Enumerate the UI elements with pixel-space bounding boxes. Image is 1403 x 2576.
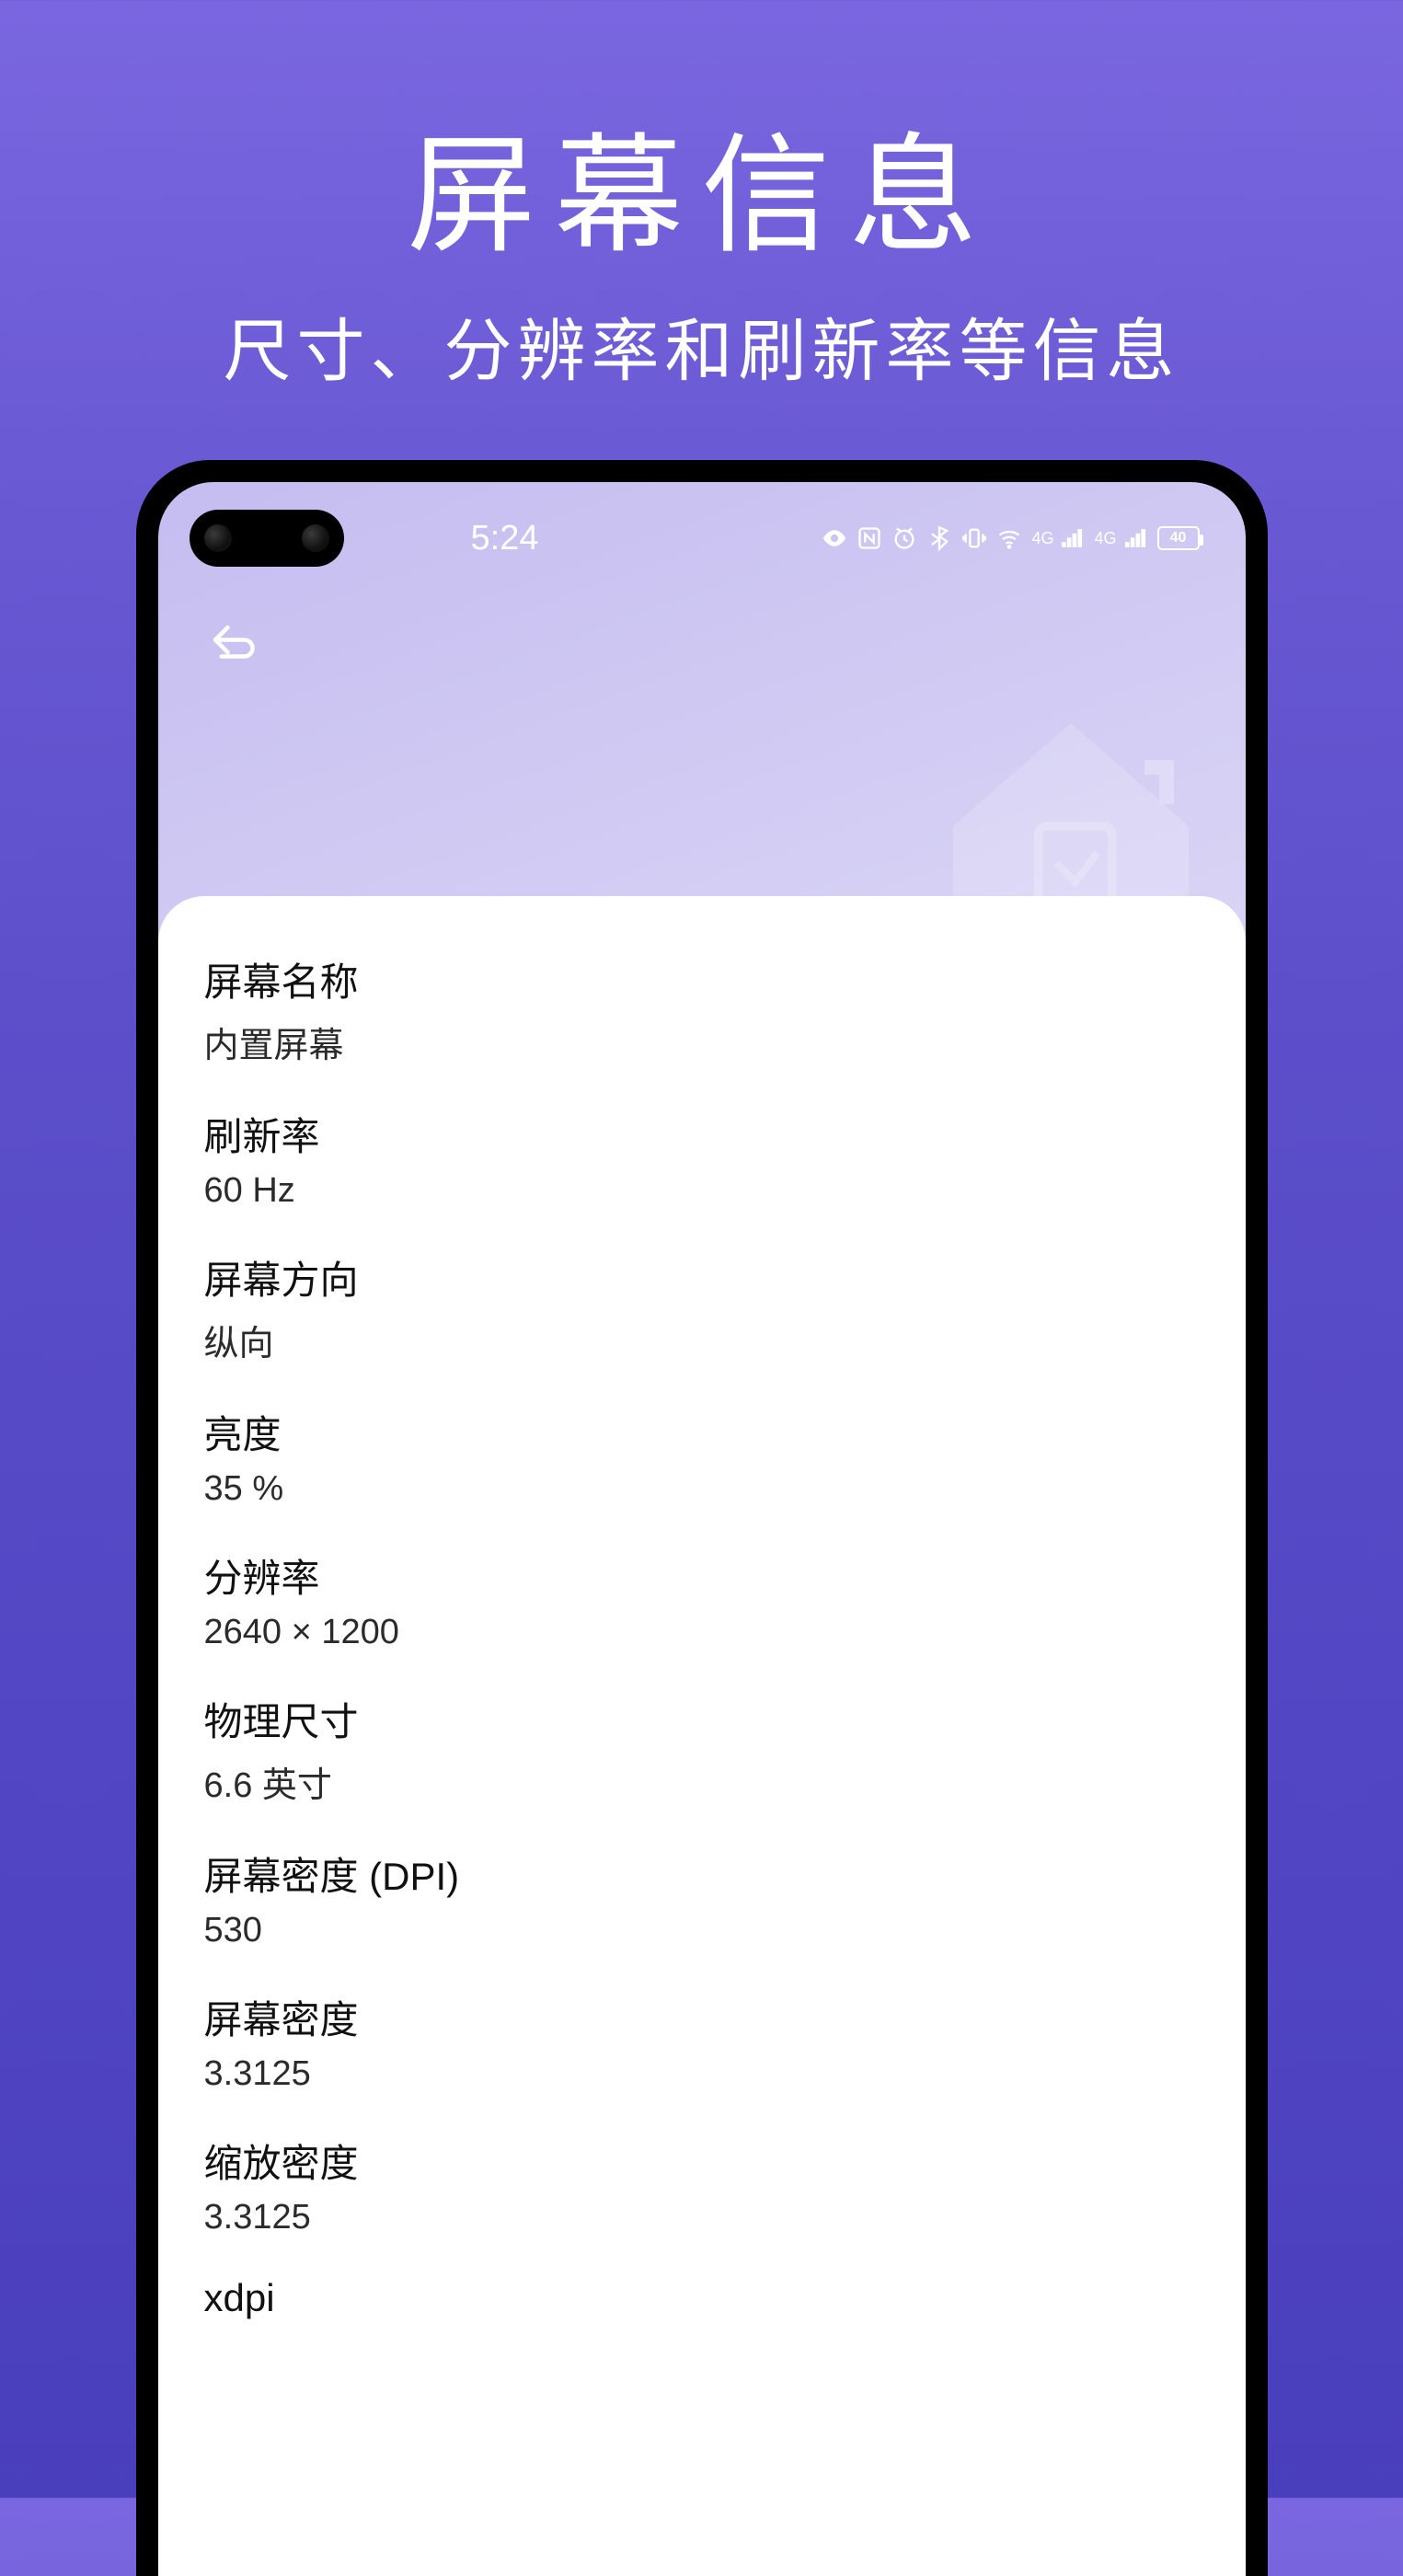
signal-icon-1 bbox=[1059, 525, 1085, 551]
info-row-scaled-density: 缩放密度 3.3125 bbox=[204, 2133, 1200, 2237]
info-label: 物理尺寸 bbox=[204, 1691, 1200, 1747]
status-time: 5:24 bbox=[471, 519, 539, 558]
info-row-physical-size: 物理尺寸 6.6 英寸 bbox=[204, 1691, 1200, 1807]
info-value: 纵向 bbox=[204, 1315, 1200, 1365]
info-label: 分辨率 bbox=[204, 1547, 1200, 1604]
info-label: 屏幕密度 (DPI) bbox=[204, 1846, 1200, 1902]
status-bar: 5:24 4G 4G 40 bbox=[361, 510, 1200, 567]
signal-icon-2 bbox=[1122, 525, 1148, 551]
phone-frame: 5:24 4G 4G 40 bbox=[136, 460, 1268, 2576]
phone-screen: 5:24 4G 4G 40 bbox=[158, 482, 1246, 2576]
info-row-resolution: 分辨率 2640 × 1200 bbox=[204, 1547, 1200, 1652]
vibrate-icon bbox=[961, 525, 987, 551]
info-value: 6.6 英寸 bbox=[204, 1756, 1200, 1807]
info-row-refresh-rate: 刷新率 60 Hz bbox=[204, 1106, 1200, 1211]
battery-icon: 40 bbox=[1157, 526, 1200, 550]
bluetooth-icon bbox=[926, 525, 952, 551]
info-row-density-dpi: 屏幕密度 (DPI) 530 bbox=[204, 1846, 1200, 1950]
info-label: 刷新率 bbox=[204, 1106, 1200, 1162]
info-row-orientation: 屏幕方向 纵向 bbox=[204, 1249, 1200, 1365]
alarm-icon bbox=[891, 525, 917, 551]
status-icons: 4G 4G 40 bbox=[822, 525, 1199, 551]
info-row-density: 屏幕密度 3.3125 bbox=[204, 1989, 1200, 2094]
info-card: 屏幕名称 内置屏幕 刷新率 60 Hz 屏幕方向 纵向 亮度 35 % 分辨率 … bbox=[158, 896, 1246, 2576]
info-row-screen-name: 屏幕名称 内置屏幕 bbox=[204, 951, 1200, 1067]
info-row-xdpi: xdpi bbox=[204, 2276, 1200, 2320]
page-subtitle: 尺寸、分辨率和刷新率等信息 bbox=[0, 296, 1403, 395]
info-label: xdpi bbox=[204, 2276, 1200, 2320]
info-label: 缩放密度 bbox=[204, 2133, 1200, 2189]
info-value: 530 bbox=[204, 1911, 1200, 1950]
front-camera-1 bbox=[204, 524, 232, 552]
info-label: 屏幕名称 bbox=[204, 951, 1200, 1007]
back-button[interactable] bbox=[199, 611, 265, 677]
camera-punchhole bbox=[190, 510, 344, 567]
wifi-icon bbox=[996, 525, 1022, 551]
page-title: 屏幕信息 bbox=[0, 0, 1403, 278]
network-label-1: 4G bbox=[1031, 530, 1053, 546]
network-label-2: 4G bbox=[1094, 530, 1116, 546]
info-value: 内置屏幕 bbox=[204, 1017, 1200, 1067]
front-camera-2 bbox=[302, 524, 329, 552]
info-label: 屏幕密度 bbox=[204, 1989, 1200, 2045]
nfc-icon bbox=[857, 525, 882, 551]
info-value: 35 % bbox=[204, 1469, 1200, 1509]
info-value: 3.3125 bbox=[204, 2054, 1200, 2094]
info-value: 2640 × 1200 bbox=[204, 1613, 1200, 1652]
info-value: 3.3125 bbox=[204, 2198, 1200, 2237]
info-label: 亮度 bbox=[204, 1404, 1200, 1460]
eye-icon bbox=[822, 525, 847, 551]
info-row-brightness: 亮度 35 % bbox=[204, 1404, 1200, 1509]
info-value: 60 Hz bbox=[204, 1171, 1200, 1211]
info-label: 屏幕方向 bbox=[204, 1249, 1200, 1305]
